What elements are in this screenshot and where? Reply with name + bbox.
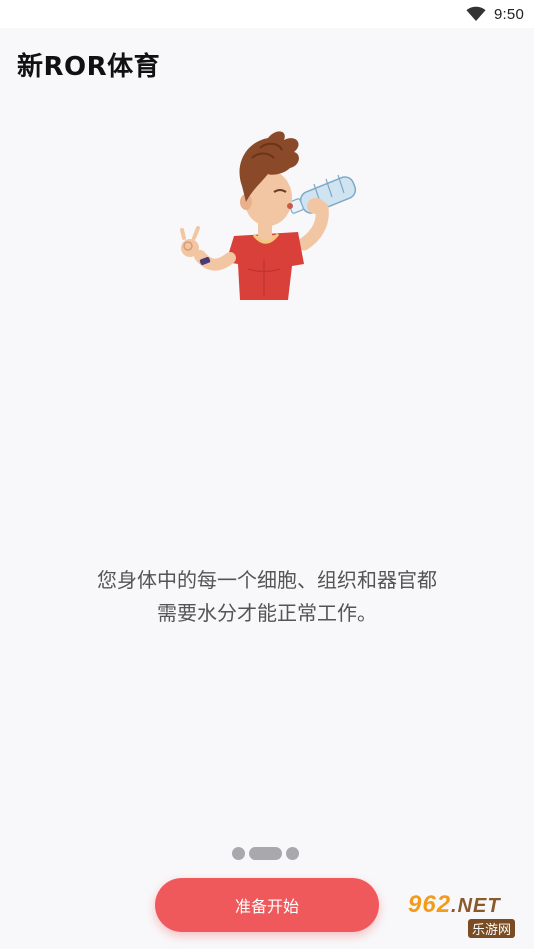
app-title: 新ROR体育: [17, 52, 161, 82]
watermark-subtitle: 乐游网: [468, 919, 516, 938]
watermark-logo-text: 962.NET: [408, 891, 501, 919]
wifi-icon: [466, 6, 486, 21]
start-button[interactable]: 准备开始: [155, 878, 379, 932]
watermark-suffix: .NET: [451, 895, 501, 917]
status-time: 9:50: [494, 5, 524, 23]
page-dot[interactable]: [232, 847, 245, 860]
page-dot-active[interactable]: [249, 847, 282, 860]
description-line: 需要水分才能正常工作。: [157, 601, 377, 625]
site-watermark-logo: 962.NET 乐游网: [396, 891, 530, 943]
page-dot[interactable]: [286, 847, 299, 860]
status-bar: 9:50: [0, 0, 534, 28]
watermark-number: 962: [408, 891, 452, 918]
boy-drinking-water-illustration: [180, 131, 357, 300]
status-right: 9:50: [466, 4, 524, 24]
description-text: 您身体中的每一个细胞、组织和器官都 需要水分才能正常工作。: [0, 564, 534, 630]
description-line: 您身体中的每一个细胞、组织和器官都: [97, 568, 437, 592]
page-indicator: [232, 847, 299, 860]
